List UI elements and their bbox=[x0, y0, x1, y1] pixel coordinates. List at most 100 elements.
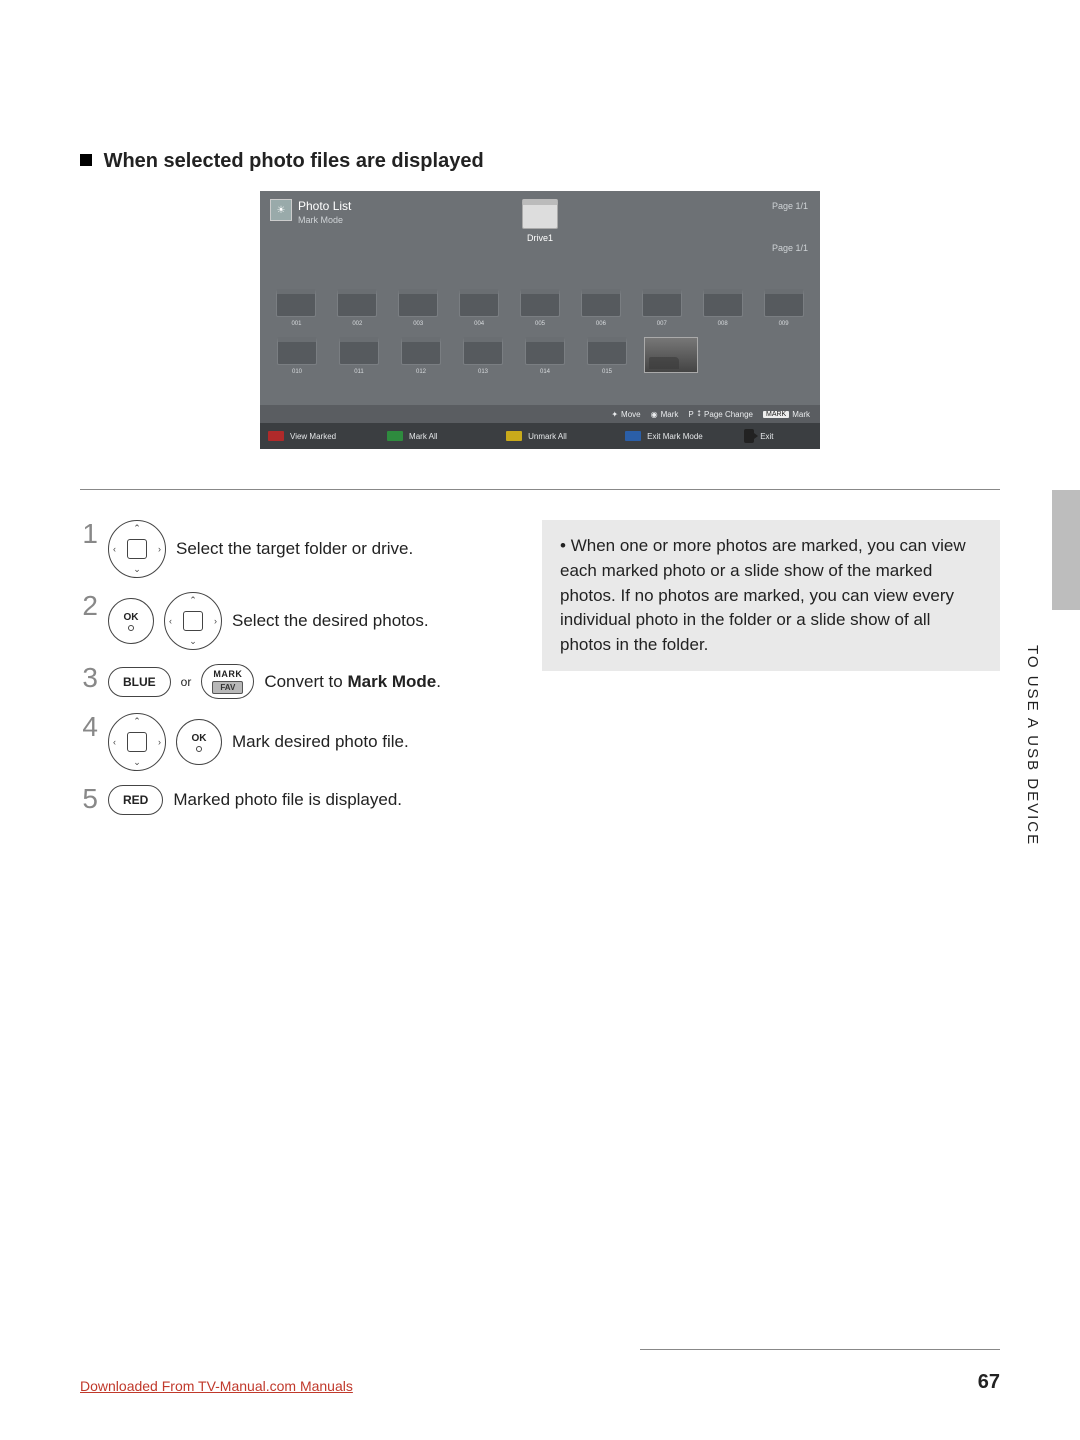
chevron-left-icon: ‹ bbox=[113, 544, 116, 554]
folder-item[interactable]: 001 bbox=[272, 289, 321, 327]
blue-button[interactable]: Exit Mark Mode bbox=[625, 429, 738, 443]
help-bar: ✦Move ◉Mark P⭥Page Change MARKMark bbox=[260, 405, 820, 423]
photo-list-icon: ☀ bbox=[270, 199, 292, 221]
blue-swatch-icon bbox=[625, 431, 641, 441]
folder-icon bbox=[525, 337, 565, 365]
folder-item[interactable]: 012 bbox=[396, 337, 446, 375]
remote-ok-button[interactable]: OK bbox=[176, 719, 222, 765]
red-button[interactable]: View Marked bbox=[268, 429, 381, 443]
folder-icon bbox=[459, 289, 499, 317]
folder-icon bbox=[339, 337, 379, 365]
soft-key-bar: View Marked Mark All Unmark All Exit Mar… bbox=[260, 423, 820, 449]
step-4: 4 ⌃ ⌄ ‹ › OK Mark desired photo file. bbox=[80, 713, 502, 771]
remote-nav-button[interactable]: ⌃ ⌄ ‹ › bbox=[108, 713, 166, 771]
folder-icon bbox=[398, 289, 438, 317]
remote-mark-fav-button[interactable]: MARK FAV bbox=[201, 664, 254, 699]
green-swatch-icon bbox=[387, 431, 403, 441]
nav-center-icon bbox=[127, 732, 147, 752]
remote-nav-button[interactable]: ⌃ ⌄ ‹ › bbox=[108, 520, 166, 578]
step-text: Select the target folder or drive. bbox=[176, 539, 413, 559]
note-box: • When one or more photos are marked, yo… bbox=[542, 520, 1000, 671]
heading-text: When selected photo files are displayed bbox=[104, 150, 484, 172]
chevron-down-icon: ⌄ bbox=[189, 636, 197, 647]
tv-title-block: ☀ Photo List Mark Mode bbox=[270, 199, 351, 225]
ok-dot-icon bbox=[196, 746, 202, 752]
remote-red-button[interactable]: RED bbox=[108, 785, 163, 815]
folder-item[interactable]: 008 bbox=[698, 289, 747, 327]
folder-icon bbox=[703, 289, 743, 317]
page-number: 67 bbox=[978, 1371, 1000, 1394]
note-text: When one or more photos are marked, you … bbox=[560, 536, 966, 654]
chevron-left-icon: ‹ bbox=[113, 737, 116, 747]
yellow-button[interactable]: Unmark All bbox=[506, 429, 619, 443]
green-button[interactable]: Mark All bbox=[387, 429, 500, 443]
folder-item[interactable]: 005 bbox=[516, 289, 565, 327]
step-text: Select the desired photos. bbox=[232, 611, 429, 631]
divider bbox=[80, 489, 1000, 490]
step-number: 2 bbox=[80, 592, 98, 620]
drive-block: Drive1 bbox=[522, 199, 558, 243]
folder-icon bbox=[337, 289, 377, 317]
folder-icon bbox=[581, 289, 621, 317]
step-text: Convert to Mark Mode. bbox=[264, 672, 441, 692]
folder-icon bbox=[520, 289, 560, 317]
chevron-up-icon: ⌃ bbox=[133, 716, 141, 727]
page-indicator-top: Page 1/1 bbox=[772, 201, 808, 211]
tv-subtitle: Mark Mode bbox=[298, 215, 351, 225]
thumbnail-image bbox=[644, 337, 698, 373]
folder-item[interactable]: 003 bbox=[394, 289, 443, 327]
yellow-swatch-icon bbox=[506, 431, 522, 441]
step-number: 3 bbox=[80, 664, 98, 692]
step-3: 3 BLUE or MARK FAV Convert to Mark Mode. bbox=[80, 664, 502, 699]
mark-badge: MARK bbox=[763, 411, 789, 418]
side-tab-label: TO USE A USB DEVICE bbox=[1024, 616, 1041, 876]
folder-item[interactable]: 007 bbox=[637, 289, 686, 327]
mark-icon: ◉ bbox=[651, 410, 658, 419]
footer: Downloaded From TV-Manual.com Manuals 67 bbox=[80, 1371, 1000, 1394]
folder-icon bbox=[587, 337, 627, 365]
photo-thumbnail[interactable] bbox=[644, 337, 694, 375]
drive-label: Drive1 bbox=[522, 233, 558, 243]
side-tab: TO USE A USB DEVICE bbox=[1024, 490, 1080, 876]
chevron-right-icon: › bbox=[158, 737, 161, 747]
folder-item[interactable]: 009 bbox=[759, 289, 808, 327]
nav-center-icon bbox=[183, 611, 203, 631]
move-icon: ✦ bbox=[611, 410, 618, 419]
nav-center-icon bbox=[127, 539, 147, 559]
tv-title: Photo List bbox=[298, 199, 351, 213]
folder-icon bbox=[642, 289, 682, 317]
folder-icon bbox=[463, 337, 503, 365]
remote-ok-button[interactable]: OK bbox=[108, 598, 154, 644]
remote-blue-button[interactable]: BLUE bbox=[108, 667, 171, 697]
step-number: 4 bbox=[80, 713, 98, 741]
exit-button[interactable]: Exit bbox=[744, 429, 812, 443]
folder-item[interactable]: 014 bbox=[520, 337, 570, 375]
folder-item[interactable]: 004 bbox=[455, 289, 504, 327]
manual-page: When selected photo files are displayed … bbox=[0, 0, 1080, 1440]
chevron-right-icon: › bbox=[158, 544, 161, 554]
steps-list: 1 ⌃ ⌄ ‹ › Select the target folder or dr… bbox=[80, 520, 502, 829]
heading-bullet-icon bbox=[80, 154, 92, 166]
step-text: Marked photo file is displayed. bbox=[173, 790, 402, 810]
step-1: 1 ⌃ ⌄ ‹ › Select the target folder or dr… bbox=[80, 520, 502, 578]
folder-item[interactable]: 013 bbox=[458, 337, 508, 375]
folder-icon bbox=[401, 337, 441, 365]
ok-dot-icon bbox=[128, 625, 134, 631]
folder-item[interactable]: 015 bbox=[582, 337, 632, 375]
remote-nav-button[interactable]: ⌃ ⌄ ‹ › bbox=[164, 592, 222, 650]
chevron-down-icon: ⌄ bbox=[133, 757, 141, 768]
step-5: 5 RED Marked photo file is displayed. bbox=[80, 785, 502, 815]
or-text: or bbox=[181, 675, 192, 689]
folder-icon bbox=[276, 289, 316, 317]
folder-item[interactable]: 006 bbox=[576, 289, 625, 327]
folder-item[interactable]: 002 bbox=[333, 289, 382, 327]
folder-grid: 001 002 003 004 005 006 007 008 009 010 … bbox=[260, 225, 820, 405]
chevron-right-icon: › bbox=[214, 616, 217, 626]
folder-item[interactable]: 010 bbox=[272, 337, 322, 375]
step-text: Mark desired photo file. bbox=[232, 732, 409, 752]
section-heading: When selected photo files are displayed bbox=[80, 150, 1000, 173]
tv-screenshot: ☀ Photo List Mark Mode Drive1 Page 1/1 P… bbox=[260, 191, 820, 449]
folder-item[interactable]: 011 bbox=[334, 337, 384, 375]
step-number: 1 bbox=[80, 520, 98, 548]
download-link[interactable]: Downloaded From TV-Manual.com Manuals bbox=[80, 1378, 353, 1394]
